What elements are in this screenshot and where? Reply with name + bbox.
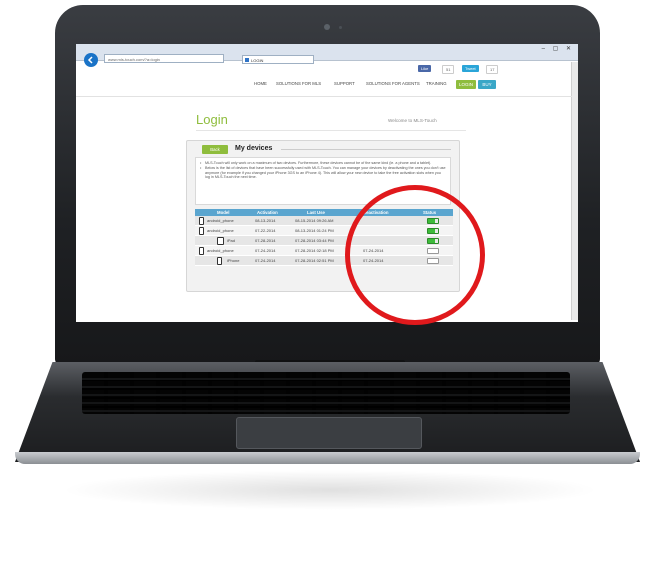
cell-model: iPad: [227, 238, 236, 243]
note-item: MLS-Touch will only work on a maximum of…: [200, 161, 446, 166]
nav-solutions-mls[interactable]: SOLUTIONS FOR MLS: [276, 81, 321, 86]
nav-support[interactable]: SUPPORT: [334, 81, 355, 86]
nav-solutions-agents[interactable]: SOLUTIONS FOR AGENTS: [366, 81, 420, 86]
title-divider: [196, 130, 466, 131]
cell-model: iPhone: [227, 258, 240, 263]
laptop-screen: www.mls-touch.com/?a=login LOGIN – ▢ ✕ L…: [76, 44, 578, 322]
favicon-icon: [245, 58, 249, 62]
cell-activation: 07-24-2014: [255, 258, 276, 263]
cell-last-use: 07-28-2014 02:18 PM: [295, 248, 334, 253]
cell-model: android_phone: [207, 218, 234, 223]
nav-login-button[interactable]: LOGIN: [456, 80, 476, 89]
cell-activation: 08-13-2014: [255, 218, 276, 223]
cell-activation: 07-28-2014: [255, 238, 276, 243]
address-bar[interactable]: www.mls-touch.com/?a=login: [104, 54, 224, 63]
phone-icon: [199, 247, 204, 255]
browser-back-button[interactable]: [84, 53, 98, 67]
cell-last-use: 08-13-2014 01:24 PM: [295, 228, 334, 233]
nav-buy-button[interactable]: BUY: [478, 80, 496, 89]
col-activation: Activation: [257, 210, 278, 215]
like-count: 51: [442, 65, 455, 74]
cell-activation: 07-22-2014: [255, 228, 276, 233]
cell-last-use: 07-28-2014 02:51 PM: [295, 258, 334, 263]
back-button[interactable]: Back: [202, 145, 228, 154]
keyboard-rows: [82, 372, 570, 414]
panel-title: My devices: [235, 145, 273, 152]
laptop-shadow: [60, 470, 600, 510]
touchpad: [236, 417, 422, 449]
nav-home[interactable]: HOME: [254, 81, 267, 86]
browser-toolbar: www.mls-touch.com/?a=login LOGIN – ▢ ✕: [76, 44, 578, 67]
nav-divider: [76, 96, 572, 97]
phone-icon: [199, 227, 204, 235]
page-title: Login: [196, 112, 228, 127]
tab-login[interactable]: LOGIN: [242, 55, 314, 64]
cell-model: android_phone: [207, 248, 234, 253]
webcam: [324, 24, 330, 30]
cell-last-use: 08-15-2014 09:26 AM: [295, 218, 334, 223]
window-controls[interactable]: – ▢ ✕: [542, 45, 574, 52]
note-item: Below is the list of devices that have b…: [200, 166, 446, 180]
welcome-text: Welcome to MLS-Touch: [388, 118, 437, 123]
cell-model: android_phone: [207, 228, 234, 233]
facebook-like-button[interactable]: Like: [418, 65, 432, 72]
camera-sensor: [339, 26, 342, 29]
col-last-use: Last Use: [307, 210, 325, 215]
col-model: Model: [217, 210, 230, 215]
status-highlight-circle: [345, 185, 485, 325]
cell-last-use: 07-28-2014 03:44 PM: [295, 238, 334, 243]
panel-title-divider: [281, 149, 451, 150]
phone-icon: [199, 217, 204, 225]
tablet-icon: [217, 237, 224, 245]
back-arrow-icon: [87, 56, 93, 64]
tweet-button[interactable]: Tweet: [462, 65, 479, 72]
laptop-base-edge: [15, 452, 640, 464]
tweet-count: 17: [486, 65, 499, 74]
nav-training[interactable]: TRAINING: [426, 81, 447, 86]
page-scrollbar[interactable]: [571, 62, 578, 320]
tab-title: LOGIN: [251, 58, 264, 63]
phone-icon: [217, 257, 222, 265]
cell-activation: 07-24-2014: [255, 248, 276, 253]
main-nav: HOME SOLUTIONS FOR MLS SUPPORT SOLUTIONS…: [76, 79, 578, 91]
